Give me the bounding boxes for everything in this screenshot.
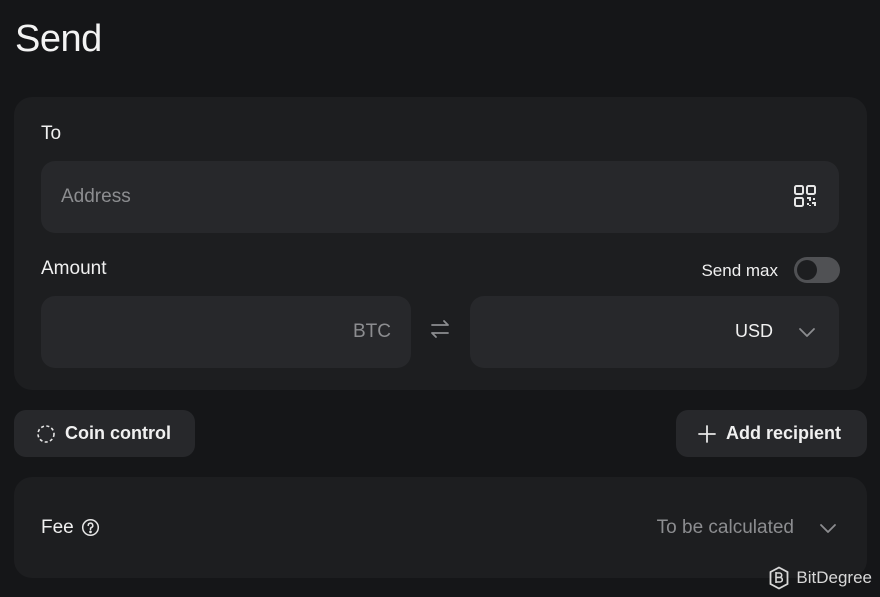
send-max-toggle[interactable] <box>794 257 840 283</box>
add-recipient-label: Add recipient <box>726 423 842 443</box>
help-icon[interactable] <box>81 518 100 537</box>
address-input[interactable]: Address <box>41 161 839 233</box>
coin-control-label: Coin control <box>65 423 171 443</box>
address-placeholder: Address <box>61 186 131 207</box>
chevron-down-icon[interactable] <box>797 322 817 342</box>
btc-unit-label: BTC <box>353 321 391 342</box>
fee-label: Fee <box>41 517 74 538</box>
to-label: To <box>41 123 62 144</box>
swap-arrows-icon[interactable] <box>429 318 451 340</box>
send-form-card: To Address Amount Send max BTC USD <box>14 97 867 390</box>
add-recipient-button[interactable]: Add recipient <box>676 410 867 457</box>
amount-label: Amount <box>41 258 107 279</box>
send-max-label: Send max <box>701 261 778 280</box>
fee-status: To be calculated <box>656 517 794 538</box>
dashed-circle-icon <box>37 424 55 443</box>
bitdegree-watermark: BitDegree <box>768 566 872 590</box>
btc-amount-input[interactable]: BTC <box>41 296 411 368</box>
toggle-knob <box>797 260 817 280</box>
usd-amount-input[interactable]: USD <box>470 296 839 368</box>
qr-code-icon[interactable] <box>793 184 817 208</box>
watermark-text: BitDegree <box>796 568 872 587</box>
page-title: Send <box>15 18 102 60</box>
coin-control-button[interactable]: Coin control <box>14 410 195 457</box>
currency-selector[interactable]: USD <box>735 321 773 342</box>
fee-card[interactable]: Fee To be calculated <box>14 477 867 578</box>
chevron-down-icon[interactable] <box>818 518 838 538</box>
plus-icon <box>698 424 716 443</box>
bitdegree-logo-icon <box>769 566 789 590</box>
